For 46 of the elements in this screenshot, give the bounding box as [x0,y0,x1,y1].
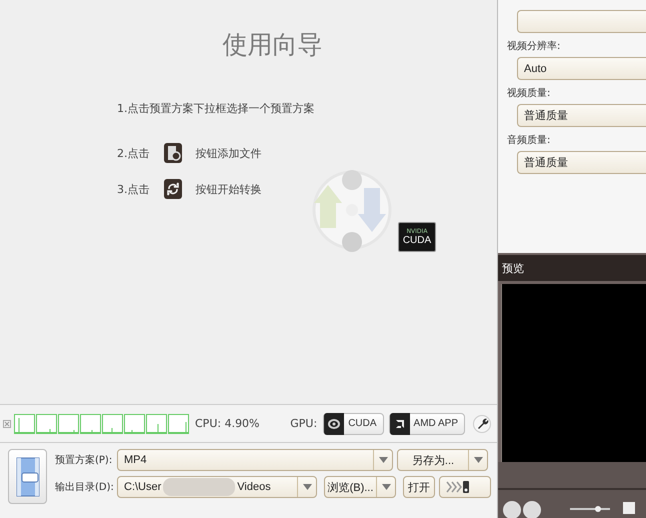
cpu-graph [36,414,57,434]
cpu-graph [102,414,123,434]
output-label: 输出目录(D): [55,480,113,494]
cpu-graph [58,414,79,434]
gpu-label: GPU: [290,417,318,430]
browse-button[interactable]: 浏览(B)... [324,476,396,498]
gpu-button[interactable]: CUDA [323,412,384,434]
wrench-icon[interactable] [473,414,491,432]
arrow-logo-icon [394,418,405,428]
caret-icon [474,457,482,463]
step-label: 2.点击 [117,146,150,160]
save-as-button[interactable]: 另存为... [397,449,488,471]
text-field[interactable] [517,10,646,33]
step-label: 3.点击 [117,182,150,196]
cpu-graph [80,414,101,434]
guide-title: 使用向导 [222,29,324,61]
setting-dropdown[interactable]: Auto [517,57,646,80]
caret-icon [382,484,390,490]
caret-icon [378,457,388,463]
cpu-graph [124,414,145,434]
setting-dropdown[interactable]: 普通质量 [517,151,646,174]
close-icon[interactable] [3,420,11,428]
cpu-graph [168,414,189,434]
refresh-icon [164,179,182,199]
setting-label: 视频质量: [507,86,552,100]
preset-dropdown[interactable]: MP4 [117,449,393,471]
gpu-button[interactable]: AMD APP [388,412,465,434]
cpu-usage: CPU: 4.90% [195,417,260,430]
open-button[interactable]: 打开 [403,476,435,498]
chevrons-phone-icon [446,480,470,494]
film-icon [164,143,182,163]
setting-label: 音频质量: [507,134,552,147]
add-file-button[interactable] [8,449,47,504]
cpu-graph [146,414,167,434]
preview-title: 预览 [498,255,646,281]
guide-step: 1.点击预置方案下拉框选择一个预置方案 [117,101,314,116]
setting-label: 视频分辨率: [507,40,562,53]
cpu-graph [14,414,35,434]
device-button[interactable] [439,476,491,498]
step-label: 按钮开始转换 [196,182,262,196]
eye-logo-icon [328,418,340,428]
step-label: 按钮添加文件 [196,146,262,160]
output-path-field[interactable]: C:\User Videos [117,476,317,498]
caret-icon [302,484,312,490]
setting-dropdown[interactable]: 普通质量 [517,104,646,127]
preset-label: 预置方案(P): [55,454,113,467]
